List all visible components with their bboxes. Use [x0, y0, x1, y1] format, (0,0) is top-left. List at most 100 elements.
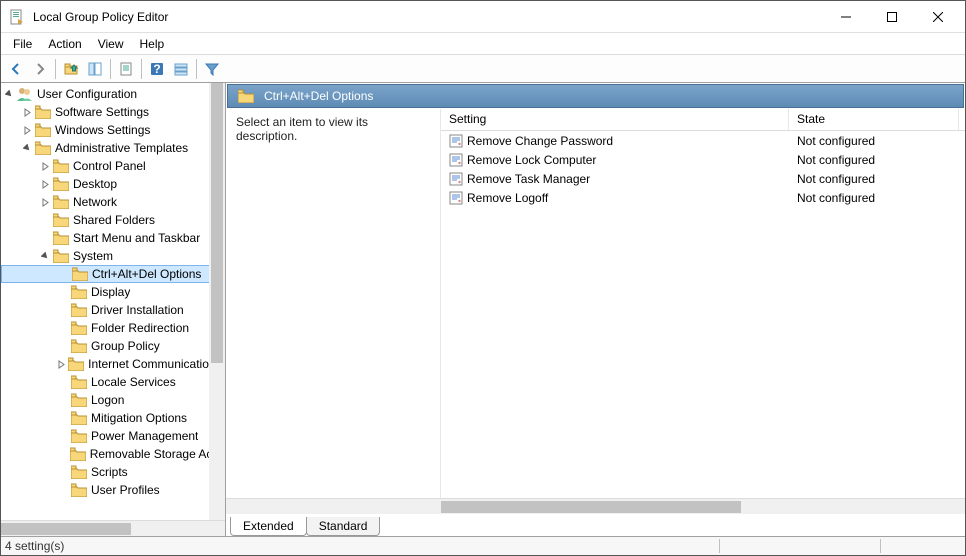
tree-node-system[interactable]: System	[1, 247, 225, 265]
folder-icon	[72, 267, 88, 281]
tree-node-windows-settings[interactable]: Windows Settings	[1, 121, 225, 139]
tree-label: Administrative Templates	[55, 141, 188, 155]
tree-node-mitigation-options[interactable]: Mitigation Options	[1, 409, 225, 427]
up-button[interactable]	[60, 58, 82, 80]
tree-node-locale-services[interactable]: Locale Services	[1, 373, 225, 391]
tree-vertical-scrollbar[interactable]	[209, 83, 225, 520]
tree-node-logon[interactable]: Logon	[1, 391, 225, 409]
tree-node-display[interactable]: Display	[1, 283, 225, 301]
settings-list: Setting State Remove Change PasswordNot …	[441, 109, 965, 498]
menu-help[interactable]: Help	[132, 35, 173, 53]
menu-bar: File Action View Help	[1, 33, 965, 55]
setting-name: Remove Task Manager	[467, 172, 590, 186]
all-settings-button[interactable]	[170, 58, 192, 80]
menu-view[interactable]: View	[90, 35, 132, 53]
folder-icon	[53, 177, 69, 191]
expand-icon[interactable]	[21, 124, 33, 136]
folder-icon	[71, 411, 87, 425]
collapse-icon[interactable]	[39, 250, 51, 262]
help-button[interactable]: ?	[146, 58, 168, 80]
expand-icon[interactable]	[39, 160, 51, 172]
tree-node-software-settings[interactable]: Software Settings	[1, 103, 225, 121]
tree-node-shared-folders[interactable]: Shared Folders	[1, 211, 225, 229]
folder-icon	[71, 465, 87, 479]
menu-file[interactable]: File	[5, 35, 40, 53]
folder-icon	[35, 105, 51, 119]
show-hide-tree-button[interactable]	[84, 58, 106, 80]
collapse-icon[interactable]	[3, 88, 15, 100]
details-panel: Ctrl+Alt+Del Options Select an item to v…	[226, 83, 965, 536]
folder-icon	[53, 195, 69, 209]
title-bar: Local Group Policy Editor	[1, 1, 965, 33]
toolbar-separator	[55, 59, 56, 79]
tree-node-internet-communication[interactable]: Internet Communication Settings	[1, 355, 225, 373]
expand-icon[interactable]	[21, 106, 33, 118]
tree-node-scripts[interactable]: Scripts	[1, 463, 225, 481]
expand-icon[interactable]	[57, 358, 66, 370]
menu-action[interactable]: Action	[40, 35, 89, 53]
tree-node-group-policy[interactable]: Group Policy	[1, 337, 225, 355]
column-header-setting[interactable]: Setting	[441, 109, 789, 130]
setting-state: Not configured	[797, 153, 875, 167]
tree-label: Removable Storage Access	[90, 447, 221, 461]
tree-node-folder-redirection[interactable]: Folder Redirection	[1, 319, 225, 337]
tree-label: Scripts	[91, 465, 128, 479]
tree-label: Logon	[91, 393, 124, 407]
column-header-state[interactable]: State	[789, 109, 959, 130]
description-text: Select an item to view its description.	[236, 115, 368, 143]
list-horizontal-scrollbar[interactable]	[226, 498, 965, 514]
tree-horizontal-scrollbar[interactable]	[1, 520, 225, 536]
list-item[interactable]: Remove LogoffNot configured	[441, 188, 965, 207]
folder-icon	[35, 123, 51, 137]
main-area: User Configuration Software Settings Win…	[1, 83, 965, 537]
list-item[interactable]: Remove Change PasswordNot configured	[441, 131, 965, 150]
tree-node-network[interactable]: Network	[1, 193, 225, 211]
tree-node-removable-storage[interactable]: Removable Storage Access	[1, 445, 225, 463]
policy-setting-icon	[449, 172, 463, 186]
tree-node-desktop[interactable]: Desktop	[1, 175, 225, 193]
tree-label: Control Panel	[73, 159, 146, 173]
status-separator	[719, 539, 720, 553]
list-item[interactable]: Remove Lock ComputerNot configured	[441, 150, 965, 169]
tree-node-power-management[interactable]: Power Management	[1, 427, 225, 445]
folder-icon	[53, 159, 69, 173]
details-header-title: Ctrl+Alt+Del Options	[264, 89, 373, 103]
folder-icon	[71, 321, 87, 335]
list-headers: Setting State	[441, 109, 965, 131]
description-pane: Select an item to view its description.	[226, 109, 441, 498]
tree-label: Software Settings	[55, 105, 149, 119]
toolbar-separator	[196, 59, 197, 79]
svg-text:?: ?	[153, 62, 160, 76]
collapse-icon[interactable]	[21, 142, 33, 154]
setting-name: Remove Change Password	[467, 134, 613, 148]
tree-node-start-menu[interactable]: Start Menu and Taskbar	[1, 229, 225, 247]
list-item[interactable]: Remove Task ManagerNot configured	[441, 169, 965, 188]
tree-label: Display	[91, 285, 130, 299]
folder-icon	[71, 429, 87, 443]
folder-icon	[71, 285, 87, 299]
tab-standard[interactable]: Standard	[306, 517, 381, 536]
close-button[interactable]	[915, 2, 961, 32]
tree-label: Locale Services	[91, 375, 176, 389]
back-button[interactable]	[5, 58, 27, 80]
toolbar: ?	[1, 55, 965, 83]
tree-label: Internet Communication Settings	[88, 357, 221, 371]
expand-icon[interactable]	[39, 178, 51, 190]
tab-extended[interactable]: Extended	[230, 517, 307, 536]
tree-node-user-configuration[interactable]: User Configuration	[1, 85, 225, 103]
filter-button[interactable]	[201, 58, 223, 80]
policy-setting-icon	[449, 153, 463, 167]
tree-node-administrative-templates[interactable]: Administrative Templates	[1, 139, 225, 157]
tab-strip: Extended Standard	[226, 514, 965, 536]
tree-node-driver-installation[interactable]: Driver Installation	[1, 301, 225, 319]
forward-button[interactable]	[29, 58, 51, 80]
expand-icon[interactable]	[39, 196, 51, 208]
tree-node-control-panel[interactable]: Control Panel	[1, 157, 225, 175]
navigation-tree[interactable]: User Configuration Software Settings Win…	[1, 83, 225, 501]
properties-button[interactable]	[115, 58, 137, 80]
maximize-button[interactable]	[869, 2, 915, 32]
tree-node-user-profiles[interactable]: User Profiles	[1, 481, 225, 499]
minimize-button[interactable]	[823, 2, 869, 32]
tree-node-ctrl-alt-del[interactable]: Ctrl+Alt+Del Options	[1, 265, 225, 283]
folder-icon	[71, 393, 87, 407]
